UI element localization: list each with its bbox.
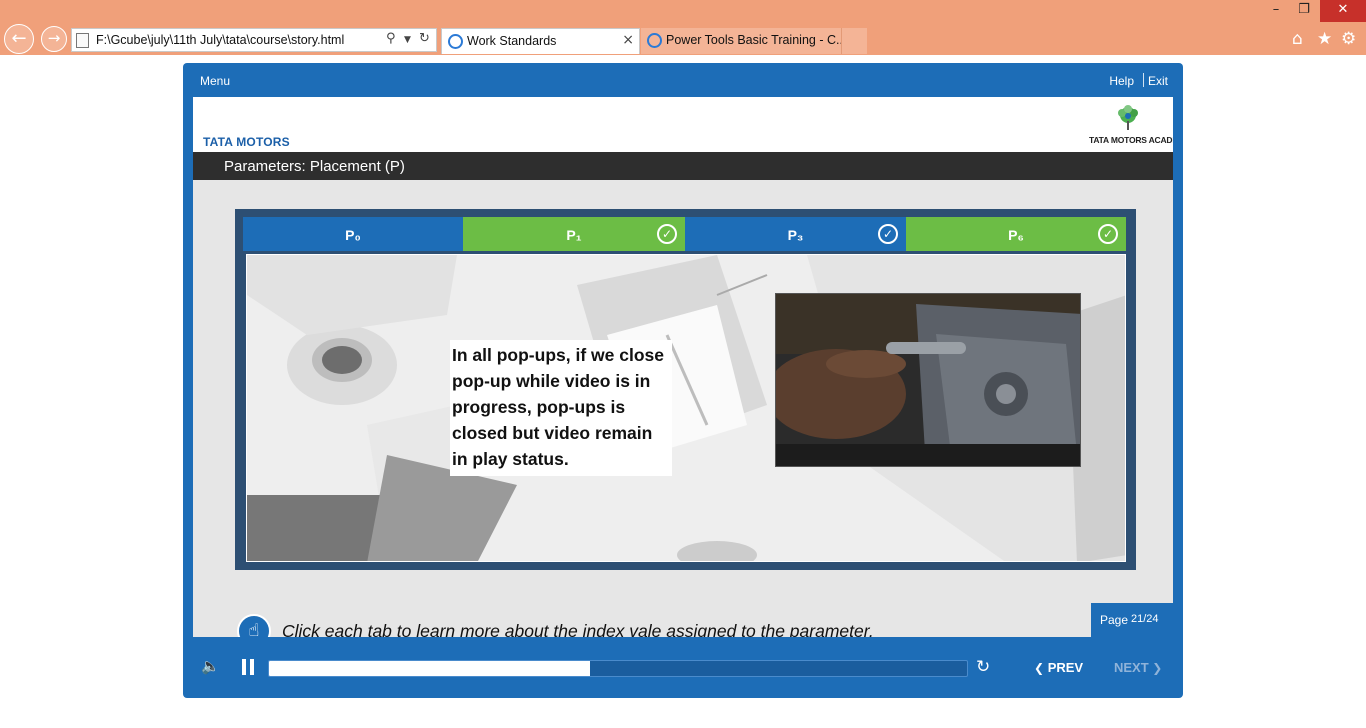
slide-header: TATA MOTORS TATA MOTORS ACADEMY	[193, 97, 1173, 152]
page-title: Parameters: Placement (P)	[224, 158, 405, 175]
page-label: Page	[1100, 613, 1129, 627]
exit-button[interactable]: Exit	[1148, 74, 1168, 88]
tab-p6[interactable]: P₆ ✓	[906, 217, 1126, 251]
title-bar: Parameters: Placement (P)	[193, 152, 1173, 180]
next-label: NEXT	[1114, 660, 1149, 675]
restore-button[interactable]: ❐	[1288, 0, 1320, 22]
new-tab-button[interactable]	[841, 28, 867, 54]
page-count: 21/24	[1131, 613, 1159, 625]
browser-tab-work-standards[interactable]: Work Standards ×	[441, 28, 640, 54]
tab-label: P₆	[1008, 227, 1024, 243]
popup-text: In all pop-ups, if we close pop-up while…	[450, 340, 672, 476]
page-indicator: Page 21/24	[1091, 603, 1173, 637]
video-thumbnail	[776, 294, 1080, 466]
back-button[interactable]: ←	[4, 24, 34, 54]
tata-motors-logo: TATA MOTORS	[203, 135, 290, 149]
tree-icon	[1118, 105, 1138, 130]
search-icon[interactable]: ⚲	[386, 31, 396, 46]
tab-p0[interactable]: P₀	[243, 217, 463, 251]
ie-icon	[448, 34, 463, 49]
progress-bar[interactable]	[268, 660, 968, 677]
hand-pointer-icon: ☝	[237, 614, 271, 637]
arrow-right-icon: →	[47, 29, 61, 47]
menu-button[interactable]: Menu	[200, 74, 230, 88]
academy-logo: TATA MOTORS ACADEMY	[1089, 105, 1173, 149]
address-text: F:\Gcube\july\11th July\tata\course\stor…	[96, 33, 345, 47]
arrow-left-icon: ←	[11, 28, 27, 49]
home-icon[interactable]: ⌂	[1292, 29, 1303, 49]
pause-bar	[242, 659, 246, 675]
gear-icon[interactable]: ⚙	[1341, 29, 1356, 49]
course-player: Menu Help Exit TATA MOTORS TATA MOTORS A…	[183, 63, 1183, 698]
pause-bar	[250, 659, 254, 675]
academy-label: TATA MOTORS ACADEMY	[1089, 135, 1173, 145]
close-tab-icon[interactable]: ×	[622, 32, 634, 48]
instruction-text: Click each tab to learn more about the i…	[282, 621, 874, 637]
browser-chrome: ← → F:\Gcube\july\11th July\tata\course\…	[0, 0, 1366, 55]
window-close-button[interactable]: ✕	[1320, 0, 1366, 22]
tab-label: P₀	[345, 227, 361, 243]
prev-label: PREV	[1047, 660, 1084, 675]
tab-label: Work Standards	[467, 34, 557, 48]
replay-icon[interactable]: ↻	[976, 657, 996, 677]
star-icon[interactable]: ★	[1317, 29, 1332, 49]
video-player[interactable]	[775, 293, 1081, 467]
chevron-down-icon[interactable]: ▼	[404, 35, 411, 45]
player-controls: 🔈 ↻ ❮ PREV NEXT ❯	[183, 651, 1183, 691]
ie-icon	[647, 33, 662, 48]
divider	[1143, 73, 1144, 87]
check-icon: ✓	[657, 224, 677, 244]
forward-button[interactable]: →	[41, 26, 67, 52]
content-frame: P₀ P₁ ✓ P₃ ✓ P₆ ✓ In all pop-ups, if we …	[235, 209, 1136, 570]
check-icon: ✓	[878, 224, 898, 244]
refresh-icon[interactable]: ↻	[419, 31, 430, 46]
page-icon	[76, 33, 89, 48]
speaker-icon[interactable]: 🔈	[201, 657, 221, 677]
check-icon: ✓	[1098, 224, 1118, 244]
popup-panel: In all pop-ups, if we close pop-up while…	[246, 254, 1126, 562]
tab-label: P₃	[787, 227, 804, 243]
help-button[interactable]: Help	[1109, 74, 1134, 88]
next-button[interactable]: NEXT ❯	[1114, 660, 1162, 675]
progress-fill	[269, 661, 591, 676]
tab-p1[interactable]: P₁ ✓	[463, 217, 685, 251]
chevron-right-icon: ❯	[1152, 661, 1163, 675]
tab-p3[interactable]: P₃ ✓	[685, 217, 906, 251]
address-bar[interactable]: F:\Gcube\july\11th July\tata\course\stor…	[71, 28, 437, 52]
pause-button[interactable]	[242, 659, 256, 675]
tab-label: P₁	[566, 227, 582, 243]
slide: TATA MOTORS TATA MOTORS ACADEMY Paramete…	[193, 97, 1173, 637]
prev-button[interactable]: ❮ PREV	[1034, 660, 1083, 675]
chevron-left-icon: ❮	[1034, 661, 1045, 675]
browser-tab-power-tools[interactable]: Power Tools Basic Training - C...	[641, 28, 846, 54]
tab-label: Power Tools Basic Training - C...	[666, 33, 847, 47]
